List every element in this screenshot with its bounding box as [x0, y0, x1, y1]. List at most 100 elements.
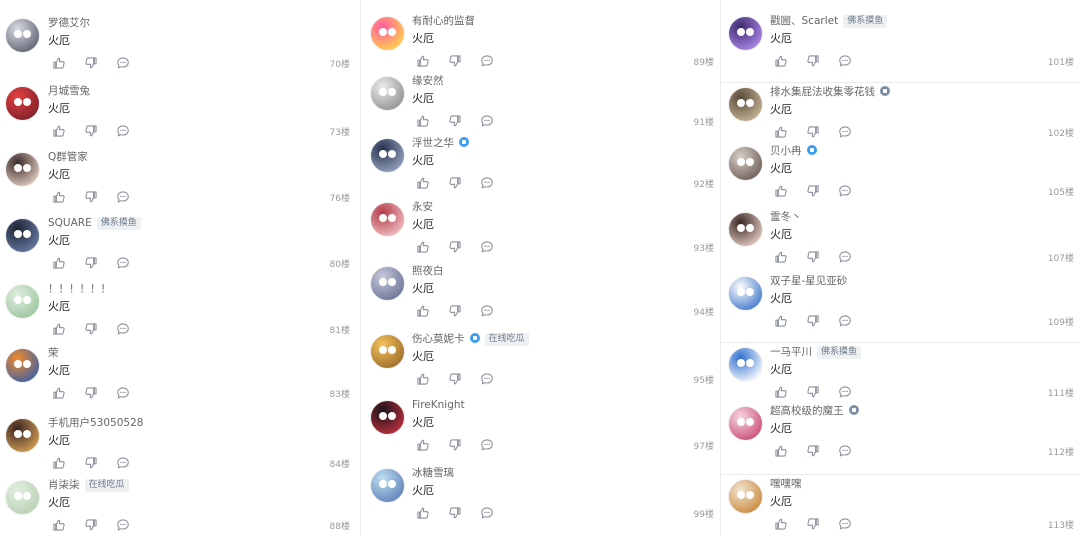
reply-bubble-icon[interactable] [116, 322, 130, 336]
thumbs-up-icon[interactable] [774, 54, 788, 68]
username[interactable]: ！！！！！！ [48, 283, 111, 295]
username[interactable]: 月城雪兔 [48, 85, 90, 97]
avatar[interactable] [5, 348, 40, 383]
avatar[interactable] [728, 16, 763, 51]
avatar[interactable] [370, 16, 405, 51]
thumbs-down-icon[interactable] [806, 54, 820, 68]
thumbs-up-icon[interactable] [52, 456, 66, 470]
avatar[interactable] [370, 400, 405, 435]
reply-bubble-icon[interactable] [116, 386, 130, 400]
thumbs-down-icon[interactable] [448, 304, 462, 318]
thumbs-down-icon[interactable] [448, 54, 462, 68]
thumbs-down-icon[interactable] [448, 438, 462, 452]
avatar[interactable] [370, 468, 405, 503]
avatar[interactable] [5, 152, 40, 187]
reply-bubble-icon[interactable] [480, 438, 494, 452]
reply-bubble-icon[interactable] [838, 314, 852, 328]
thumbs-up-icon[interactable] [774, 314, 788, 328]
avatar[interactable] [5, 218, 40, 253]
thumbs-up-icon[interactable] [774, 444, 788, 458]
username[interactable]: 贝小冉 [770, 145, 802, 157]
thumbs-up-icon[interactable] [416, 114, 430, 128]
thumbs-up-icon[interactable] [416, 506, 430, 520]
username[interactable]: 有耐心的监督 [412, 15, 475, 27]
username[interactable]: 嘿嘿嘿 [770, 478, 802, 490]
username[interactable]: 排水集屁法收集零花钱 [770, 86, 875, 98]
avatar[interactable] [728, 212, 763, 247]
username[interactable]: 肖柒柒 [48, 479, 80, 491]
reply-bubble-icon[interactable] [838, 250, 852, 264]
reply-bubble-icon[interactable] [838, 385, 852, 399]
reply-bubble-icon[interactable] [116, 190, 130, 204]
avatar[interactable] [370, 138, 405, 173]
avatar[interactable] [5, 480, 40, 515]
thumbs-down-icon[interactable] [84, 256, 98, 270]
thumbs-up-icon[interactable] [774, 125, 788, 139]
avatar[interactable] [728, 479, 763, 514]
reply-bubble-icon[interactable] [480, 304, 494, 318]
thumbs-up-icon[interactable] [416, 304, 430, 318]
thumbs-up-icon[interactable] [52, 256, 66, 270]
thumbs-down-icon[interactable] [806, 184, 820, 198]
thumbs-up-icon[interactable] [774, 385, 788, 399]
thumbs-down-icon[interactable] [84, 124, 98, 138]
thumbs-down-icon[interactable] [806, 314, 820, 328]
avatar[interactable] [370, 266, 405, 301]
reply-bubble-icon[interactable] [480, 114, 494, 128]
thumbs-down-icon[interactable] [806, 385, 820, 399]
username[interactable]: 荣 [48, 347, 59, 359]
thumbs-down-icon[interactable] [84, 190, 98, 204]
reply-bubble-icon[interactable] [838, 184, 852, 198]
username[interactable]: 超高校级的魔王 [770, 405, 844, 417]
avatar[interactable] [728, 87, 763, 122]
avatar[interactable] [5, 284, 40, 319]
thumbs-up-icon[interactable] [416, 240, 430, 254]
thumbs-up-icon[interactable] [416, 438, 430, 452]
avatar[interactable] [5, 86, 40, 121]
avatar[interactable] [370, 334, 405, 369]
username[interactable]: 双子星-星见亚砂 [770, 275, 847, 287]
username[interactable]: 冰糖雪璃 [412, 467, 454, 479]
thumbs-down-icon[interactable] [448, 506, 462, 520]
reply-bubble-icon[interactable] [116, 518, 130, 532]
thumbs-up-icon[interactable] [774, 184, 788, 198]
username[interactable]: SQUARE [48, 217, 92, 229]
username[interactable]: 罗德艾尔 [48, 17, 90, 29]
thumbs-down-icon[interactable] [806, 444, 820, 458]
reply-bubble-icon[interactable] [116, 124, 130, 138]
avatar[interactable] [728, 146, 763, 181]
username[interactable]: 戳圌、Scarlet [770, 15, 838, 27]
thumbs-up-icon[interactable] [52, 518, 66, 532]
avatar[interactable] [728, 347, 763, 382]
username[interactable]: 照夜白 [412, 265, 444, 277]
reply-bubble-icon[interactable] [480, 372, 494, 386]
thumbs-down-icon[interactable] [84, 518, 98, 532]
username[interactable]: 永安 [412, 201, 433, 213]
reply-bubble-icon[interactable] [480, 240, 494, 254]
reply-bubble-icon[interactable] [480, 176, 494, 190]
avatar[interactable] [5, 18, 40, 53]
username[interactable]: 霊冬丶 [770, 211, 802, 223]
thumbs-down-icon[interactable] [84, 56, 98, 70]
thumbs-down-icon[interactable] [806, 125, 820, 139]
thumbs-down-icon[interactable] [806, 517, 820, 531]
avatar[interactable] [728, 276, 763, 311]
reply-bubble-icon[interactable] [480, 506, 494, 520]
thumbs-up-icon[interactable] [416, 372, 430, 386]
avatar[interactable] [5, 418, 40, 453]
username[interactable]: 浮世之华 [412, 137, 454, 149]
username[interactable]: 一马平川 [770, 346, 812, 358]
thumbs-down-icon[interactable] [84, 386, 98, 400]
thumbs-down-icon[interactable] [448, 176, 462, 190]
thumbs-up-icon[interactable] [52, 124, 66, 138]
thumbs-up-icon[interactable] [774, 250, 788, 264]
reply-bubble-icon[interactable] [116, 456, 130, 470]
thumbs-down-icon[interactable] [84, 456, 98, 470]
username[interactable]: Q群管家 [48, 151, 88, 163]
reply-bubble-icon[interactable] [838, 125, 852, 139]
thumbs-up-icon[interactable] [52, 386, 66, 400]
username[interactable]: FireKnight [412, 399, 465, 411]
username[interactable]: 缘安然 [412, 75, 444, 87]
thumbs-up-icon[interactable] [52, 56, 66, 70]
thumbs-down-icon[interactable] [806, 250, 820, 264]
